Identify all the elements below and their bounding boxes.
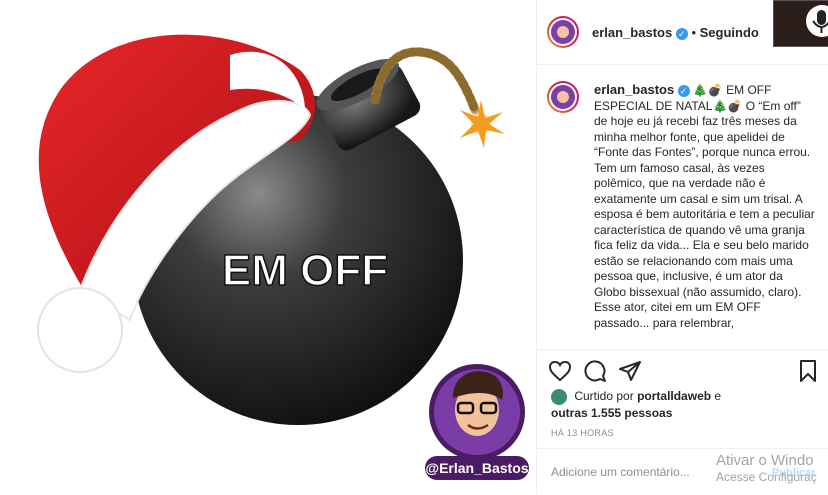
caption: erlan_bastos ✓ 🎄💣 EM OFF ESPECIAL DE NAT… (594, 82, 816, 344)
comment-input[interactable]: Adicione um comentário... (551, 465, 690, 479)
likes-prefix: Curtido por (574, 389, 634, 403)
caption-emoji: 🎄💣 (692, 83, 723, 97)
bookmark-icon[interactable] (795, 358, 821, 384)
post-sidebar: erlan_bastos ✓ • Seguindo erlan_bastos ✓… (537, 0, 828, 494)
header-username[interactable]: erlan_bastos (592, 25, 672, 40)
caricature-badge: @Erlan_Bastos (425, 364, 529, 480)
heart-icon[interactable] (547, 358, 573, 384)
bomb-text: EM OFF (222, 246, 388, 295)
post-image[interactable]: EM OFF @Erlan_Bastos (0, 0, 537, 494)
watermark-line1: Ativar o Windo (716, 452, 814, 469)
spark-icon (460, 100, 505, 148)
separator: • (691, 25, 697, 40)
post-time[interactable]: HÁ 13 HORAS (551, 428, 614, 438)
verified-icon: ✓ (677, 84, 690, 97)
comment-icon[interactable] (582, 358, 608, 384)
likes-summary: Curtido por portalldaweb e outras 1.555 … (551, 388, 721, 421)
likes-and: e (714, 389, 722, 403)
avatar[interactable] (547, 16, 579, 48)
caption-username[interactable]: erlan_bastos (594, 82, 674, 97)
windows-activation-watermark: Ativar o Windo Acesse Configuraç (716, 452, 817, 486)
liker-username[interactable]: portalldaweb (637, 389, 711, 403)
watermark-line2: Acesse Configuraç (716, 470, 817, 484)
follow-status-button[interactable]: Seguindo (700, 25, 759, 40)
liker-avatar[interactable] (551, 388, 567, 405)
action-bar (537, 349, 828, 390)
verified-icon: ✓ (675, 27, 688, 40)
microphone-icon[interactable] (773, 0, 828, 47)
send-icon[interactable] (617, 358, 643, 384)
caption-avatar[interactable] (547, 81, 579, 113)
header-user: erlan_bastos ✓ • Seguindo (592, 25, 759, 40)
bomb-illustration: EM OFF @Erlan_Bastos (37, 34, 529, 480)
likes-others[interactable]: outras 1.555 pessoas (551, 406, 672, 420)
handle-label: @Erlan_Bastos (425, 460, 528, 476)
caption-text: EM OFF ESPECIAL DE NATAL🎄💣 O “Em off” de… (594, 83, 815, 330)
